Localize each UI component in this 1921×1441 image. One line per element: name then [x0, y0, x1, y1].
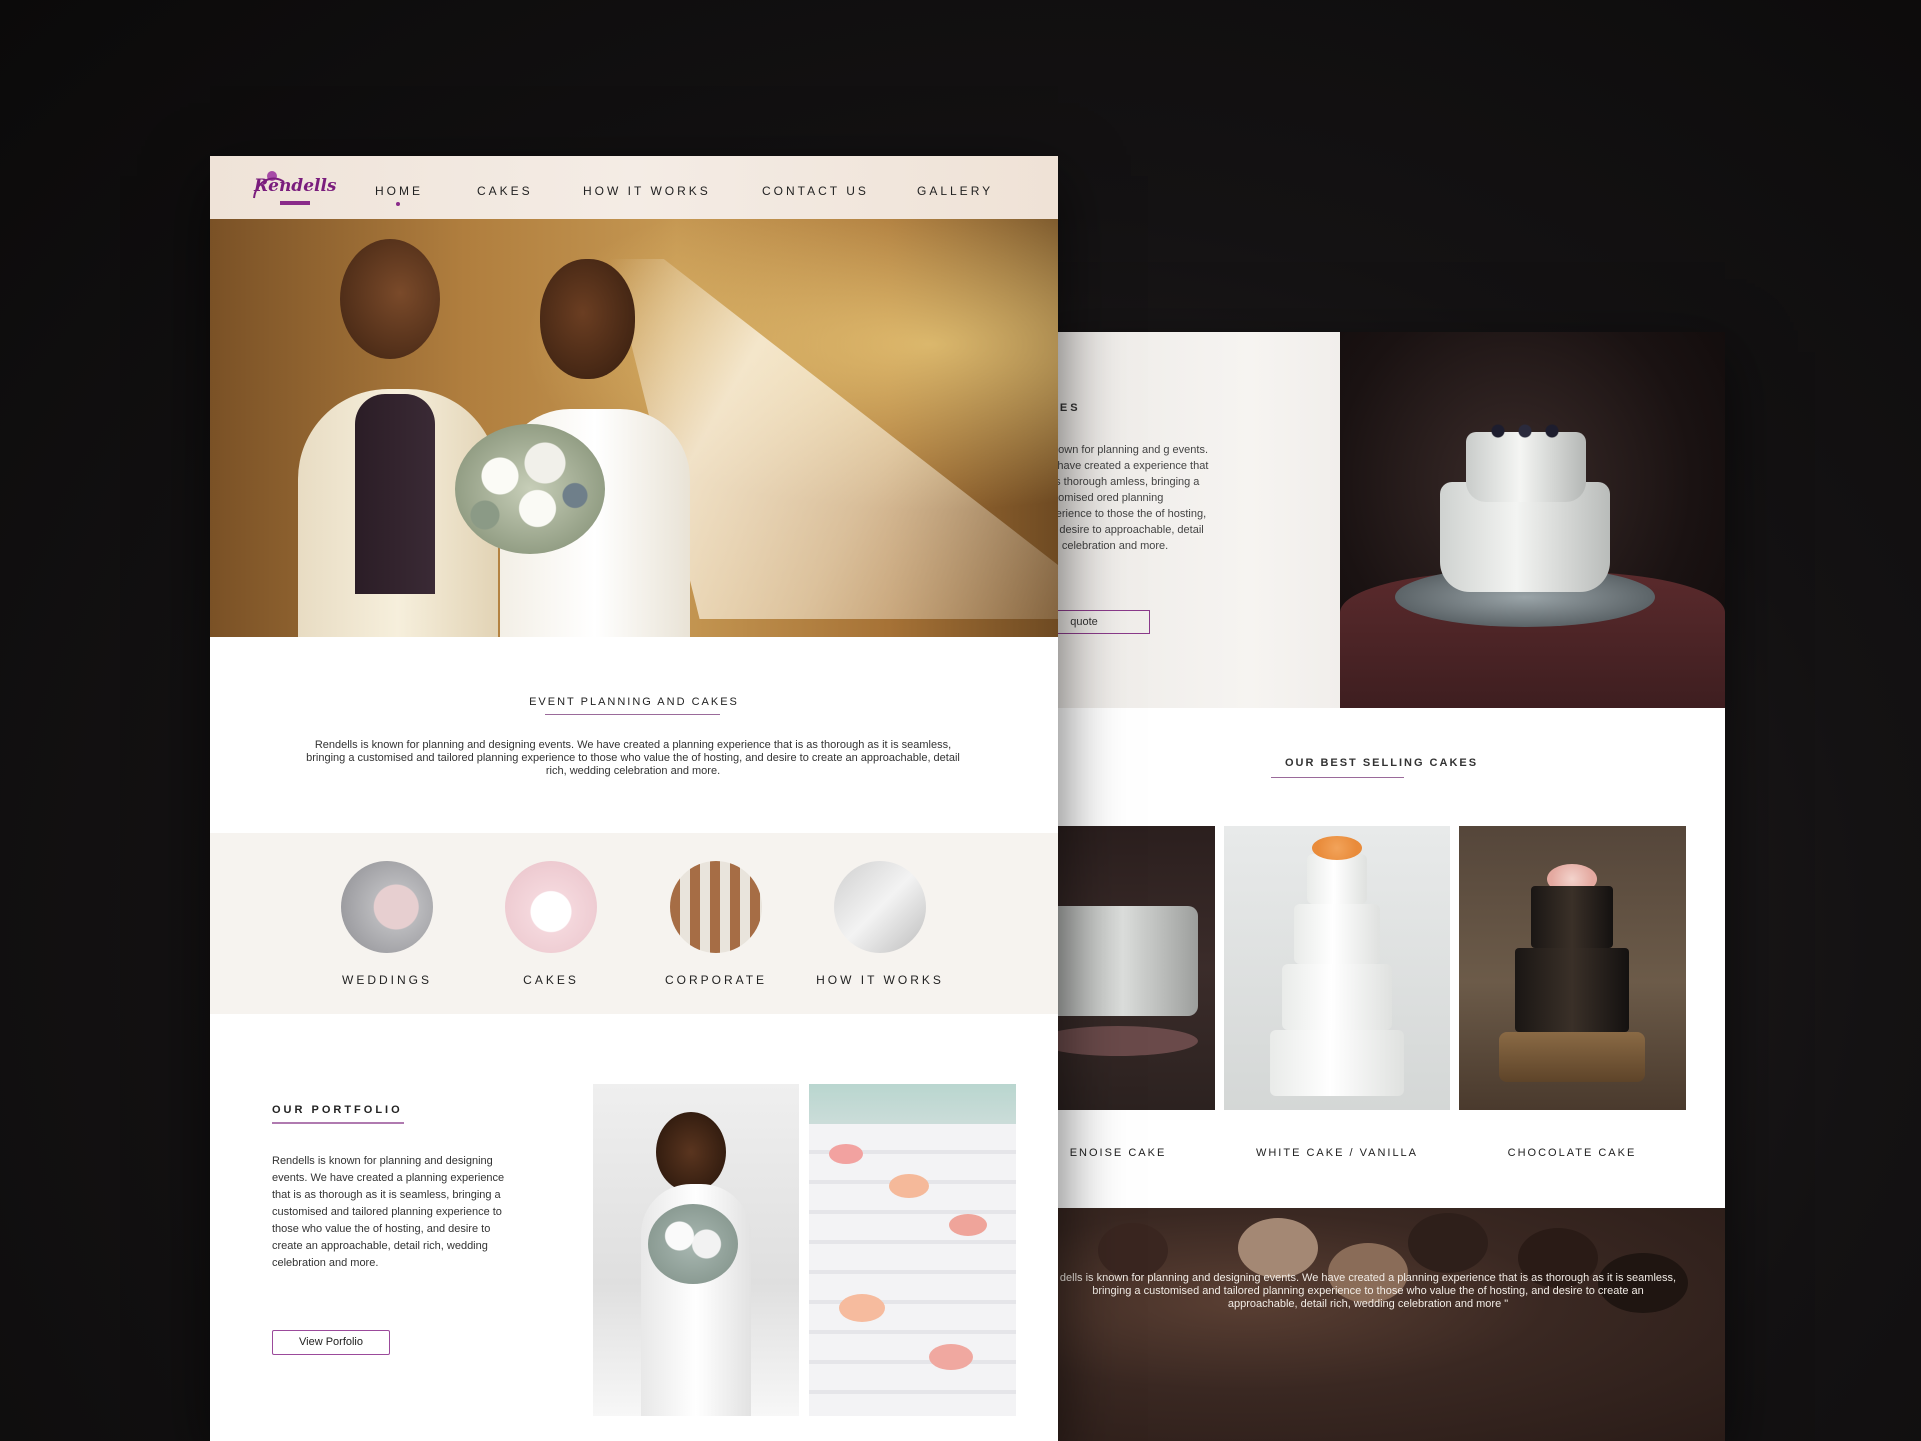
category-cakes[interactable]: CAKES — [471, 973, 631, 987]
cupcakes-banner — [1038, 1208, 1725, 1441]
logo-text: Rendells — [254, 176, 337, 196]
categories-strip: WEDDINGS CAKES CORPORATE HOW IT WORKS — [210, 833, 1058, 1014]
cake-hero-photo — [1340, 332, 1725, 708]
cake-card-chocolate[interactable] — [1459, 826, 1686, 1110]
nav-contact-us[interactable]: CONTACT US — [762, 184, 869, 198]
nav-cakes[interactable]: CAKES — [477, 184, 533, 198]
view-portfolio-button[interactable]: View Porfolio — [272, 1330, 390, 1355]
weddings-thumb[interactable] — [341, 861, 433, 953]
intro-title: EVENT PLANNING AND CAKES — [529, 696, 739, 708]
category-weddings[interactable]: WEDDINGS — [307, 973, 467, 987]
about-cakes-panel: AKES s known for planning and g events. … — [1038, 332, 1340, 708]
category-corporate[interactable]: CORPORATE — [636, 973, 796, 987]
intro-body: Rendells is known for planning and desig… — [306, 739, 960, 777]
nav-home[interactable]: HOME — [375, 184, 423, 198]
portfolio-body: Rendells is known for planning and desig… — [272, 1155, 505, 1269]
how-it-works-thumb[interactable] — [834, 861, 926, 953]
portfolio-underline — [272, 1122, 404, 1124]
cupcakes-quote: dells is known for planning and designin… — [1059, 1272, 1677, 1310]
nav-gallery[interactable]: GALLERY — [917, 184, 993, 198]
cake-card-white-vanilla[interactable] — [1224, 826, 1450, 1110]
portfolio-bride-photo[interactable] — [593, 1084, 799, 1416]
nav-how-it-works[interactable]: HOW IT WORKS — [583, 184, 711, 198]
active-indicator — [396, 202, 400, 206]
portfolio-title: OUR PORTFOLIO — [272, 1104, 403, 1116]
cake-card-genoise[interactable] — [1038, 826, 1215, 1110]
portfolio-reception-photo[interactable] — [809, 1084, 1016, 1416]
front-page-mockup: Rendells HOME CAKES HOW IT WORKS CONTACT… — [210, 156, 1058, 1441]
best-selling-title: OUR BEST SELLING CAKES — [1284, 757, 1479, 769]
cakes-thumb[interactable] — [505, 861, 597, 953]
back-section-body: s known for planning and g events. We ha… — [1038, 444, 1209, 552]
hero-wedding-photo — [210, 219, 1058, 637]
cake-name-genoise: ENOISE CAKE — [1069, 1147, 1167, 1159]
category-how-it-works[interactable]: HOW IT WORKS — [800, 973, 960, 987]
title-underline — [1271, 777, 1404, 778]
back-page-mockup: AKES s known for planning and g events. … — [1038, 332, 1725, 1441]
cake-name-chocolate: CHOCOLATE CAKE — [1507, 1147, 1637, 1159]
title-underline — [545, 714, 720, 715]
cake-name-white: WHITE CAKE / VANILLA — [1255, 1147, 1419, 1159]
corporate-thumb[interactable] — [670, 861, 762, 953]
top-navigation: Rendells HOME CAKES HOW IT WORKS CONTACT… — [210, 156, 1058, 219]
